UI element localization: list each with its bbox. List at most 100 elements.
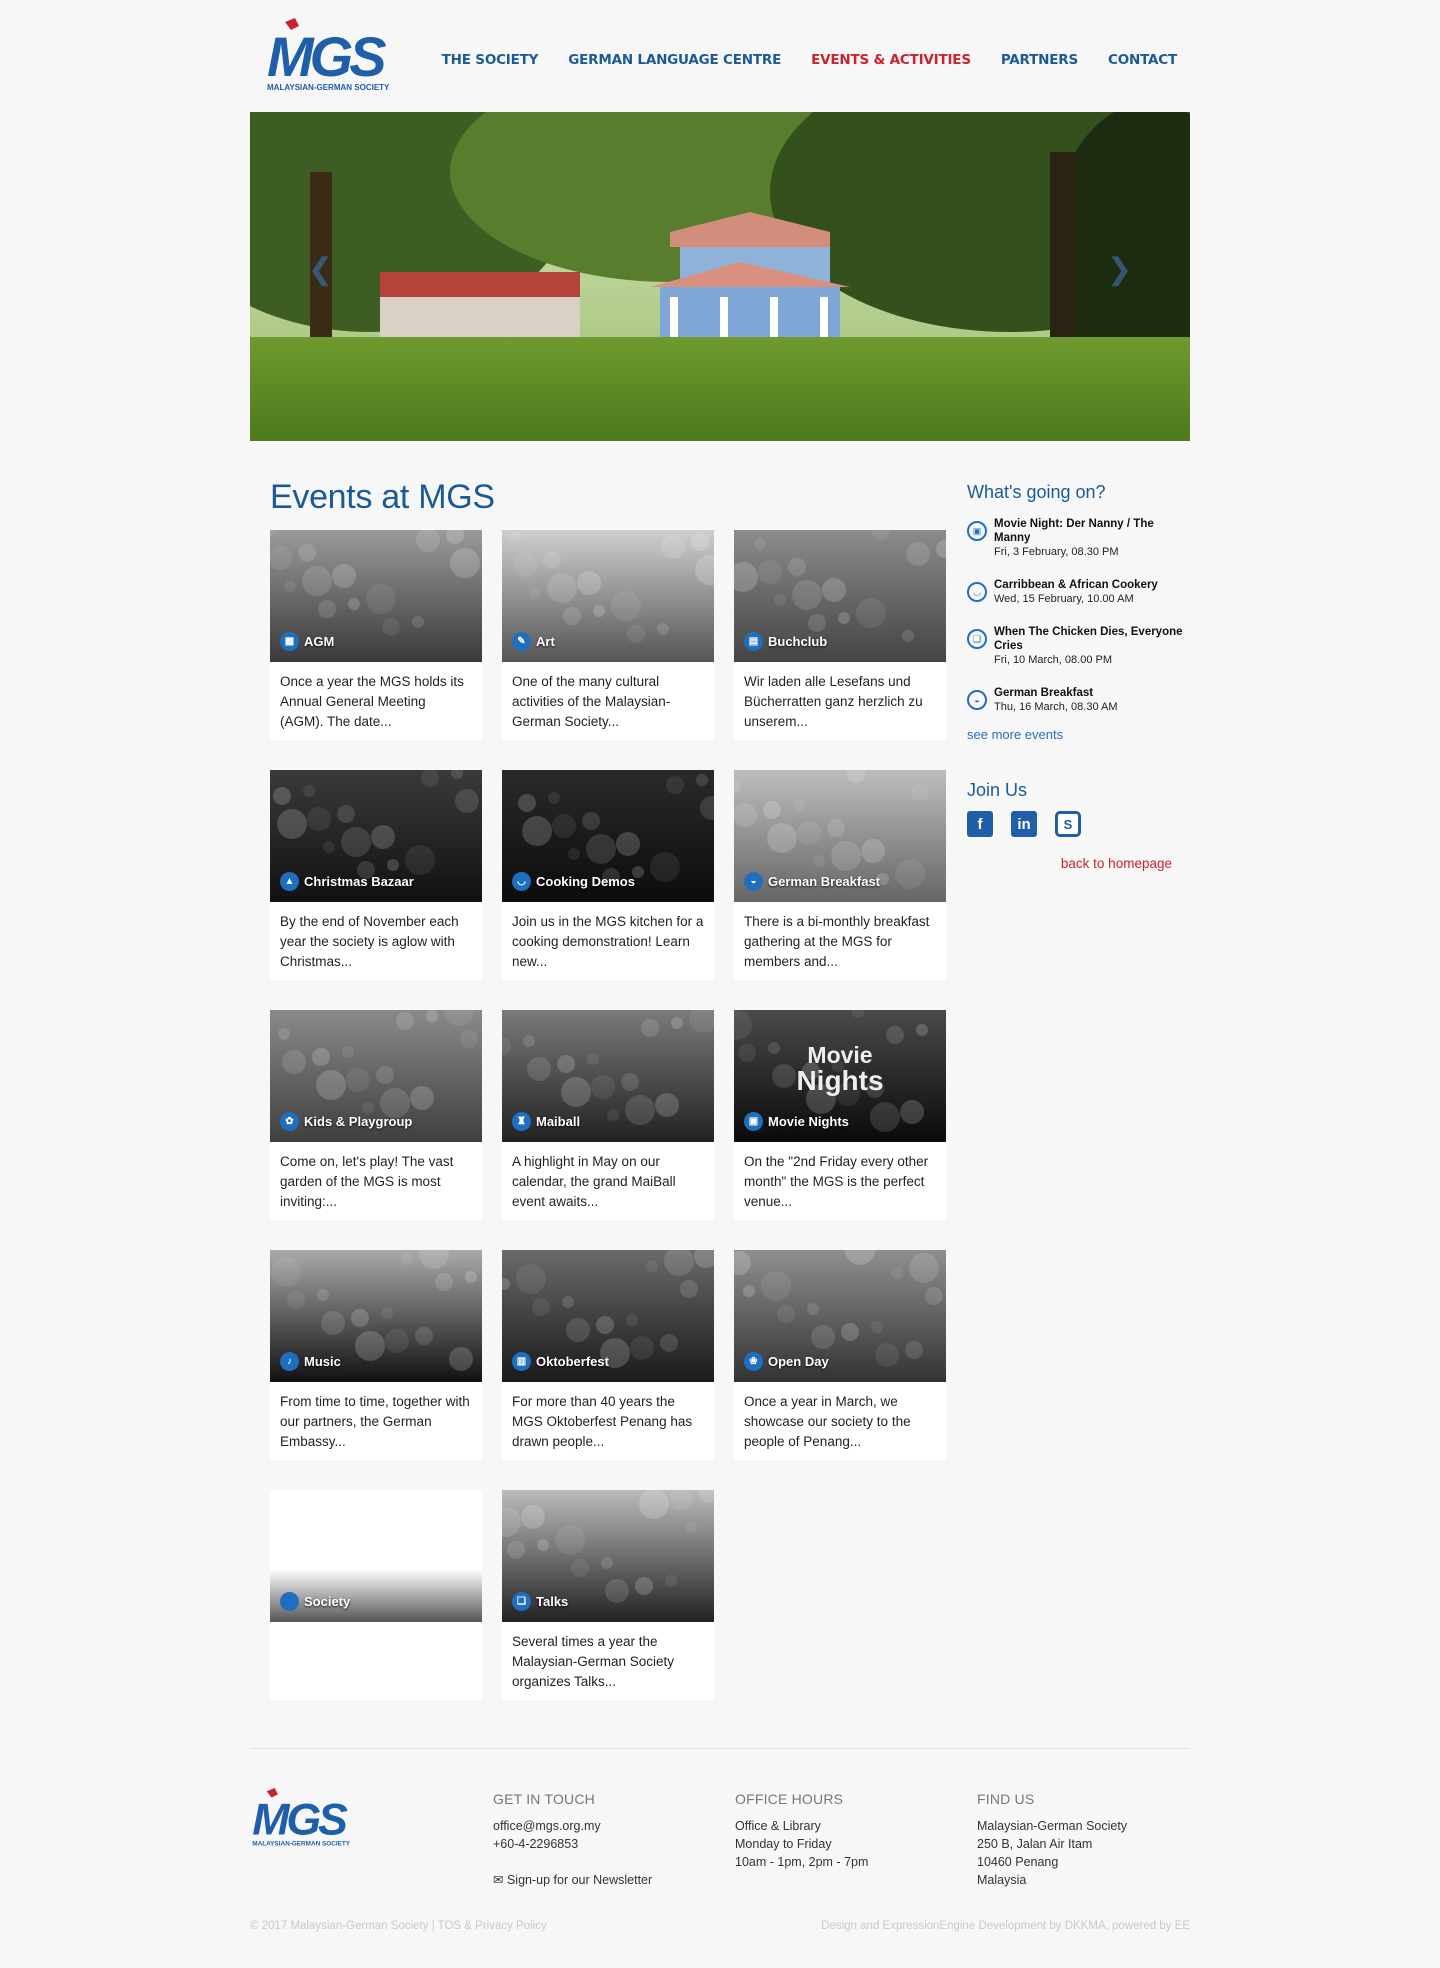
event-category[interactable]: Society	[280, 1592, 350, 1611]
event-category[interactable]: ❀ Open Day	[744, 1352, 829, 1371]
event-category-label: German Breakfast	[768, 874, 880, 889]
film-icon: ▣	[744, 1112, 763, 1131]
upcoming-event-title[interactable]: Carribbean & African Cookery	[994, 578, 1158, 592]
header: MGS MALAYSIAN-GERMAN SOCIETY THE SOCIETY…	[250, 0, 1190, 112]
event-category[interactable]: ▦ AGM	[280, 632, 334, 651]
poster-line2: Nights	[796, 1065, 884, 1096]
nav-item-partners[interactable]: PARTNERS	[1001, 52, 1078, 68]
skype-icon[interactable]: S	[1055, 811, 1081, 837]
event-category[interactable]: ❏ Talks	[512, 1592, 568, 1611]
upcoming-event[interactable]: ◒ German Breakfast Thu, 16 March, 08.30 …	[967, 686, 1187, 714]
envelope-icon: ✉	[493, 1873, 504, 1887]
event-category[interactable]: ▤ Buchclub	[744, 632, 827, 651]
hero-prev[interactable]: ❮	[308, 252, 333, 287]
nav-item-the-society[interactable]: THE SOCIETY	[442, 52, 539, 68]
event-category[interactable]: ▣ Movie Nights	[744, 1112, 849, 1131]
event-card[interactable]: ▤ Buchclub Wir laden alle Lesefans und Büc…	[734, 530, 946, 740]
event-card[interactable]: ❏ Talks Several times a year the Malaysian…	[502, 1490, 714, 1700]
ball-icon: ✿	[280, 1112, 299, 1131]
see-more-events-link[interactable]: see more events	[967, 727, 1187, 742]
linkedin-icon[interactable]: in	[1011, 811, 1037, 837]
event-card[interactable]: ♜ Maiball A highlight in May on our calend…	[502, 1010, 714, 1220]
event-category[interactable]: ▥ Oktoberfest	[512, 1352, 609, 1371]
event-card-description: From time to time, together with our par…	[280, 1394, 470, 1449]
footer-phone[interactable]: +60-4-2296853	[493, 1835, 652, 1853]
event-category[interactable]: ♪ Music	[280, 1352, 341, 1371]
upcoming-event[interactable]: ◡ Carribbean & African Cookery Wed, 15 F…	[967, 578, 1187, 606]
event-card[interactable]: Society	[270, 1490, 482, 1700]
event-category-label: Christmas Bazaar	[304, 874, 414, 889]
event-category[interactable]: ♜ Maiball	[512, 1112, 580, 1131]
event-card-image[interactable]: ✿ Kids & Playgroup	[270, 1010, 482, 1142]
event-card-image[interactable]: ▦ AGM	[270, 530, 482, 662]
event-card-description: Once a year in March, we showcase our so…	[744, 1394, 911, 1449]
event-type-icon: ◡	[967, 582, 987, 602]
event-card-image[interactable]: Society	[270, 1490, 482, 1622]
event-card-description: Join us in the MGS kitchen for a cooking…	[512, 914, 704, 969]
hero-slider[interactable]: ❮ ❯	[250, 112, 1190, 441]
event-category-label: Art	[536, 634, 555, 649]
circle-icon	[280, 1592, 299, 1611]
nav-item-contact[interactable]: CONTACT	[1108, 52, 1177, 68]
nav-item-events-activities[interactable]: EVENTS & ACTIVITIES	[811, 52, 971, 68]
event-card-image[interactable]: ◒ German Breakfast	[734, 770, 946, 902]
event-card-image[interactable]: ❀ Open Day	[734, 1250, 946, 1382]
event-card-image[interactable]: ♪ Music	[270, 1250, 482, 1382]
event-card[interactable]: ▥ Oktoberfest For more than 40 years the M…	[502, 1250, 714, 1460]
event-category-label: Maiball	[536, 1114, 581, 1129]
event-card[interactable]: ❀ Open Day Once a year in March, we showca…	[734, 1250, 946, 1460]
facebook-icon[interactable]: f	[967, 811, 993, 837]
upcoming-event-title[interactable]: German Breakfast	[994, 686, 1118, 700]
upcoming-event-date: Fri, 3 February, 08.30 PM	[994, 546, 1119, 558]
event-category-label: Movie Nights	[768, 1114, 849, 1129]
event-category[interactable]: ◒ German Breakfast	[744, 872, 880, 891]
copyright[interactable]: © 2017 Malaysian-German Society | TOS & …	[250, 1920, 547, 1932]
event-category[interactable]: ▲ Christmas Bazaar	[280, 872, 414, 891]
mgs-logo[interactable]: MGS MALAYSIAN-GERMAN SOCIETY	[265, 18, 407, 93]
hours-line: Monday to Friday	[735, 1837, 832, 1851]
svg-text:MALAYSIAN-GERMAN SOCIETY: MALAYSIAN-GERMAN SOCIETY	[252, 1841, 350, 1848]
event-category-label: Oktoberfest	[536, 1354, 609, 1369]
event-card[interactable]: Movie Nights ▣ Movie Nights On the "2nd Frid…	[734, 1010, 946, 1220]
nav-item-german-language-centre[interactable]: GERMAN LANGUAGE CENTRE	[568, 52, 781, 68]
address-line: 250 B, Jalan Air Itam	[977, 1837, 1093, 1851]
upcoming-event[interactable]: ❏ When The Chicken Dies, Everyone Cries …	[967, 625, 1187, 667]
event-card[interactable]: ▦ AGM Once a year the MGS holds its Annual…	[270, 530, 482, 740]
event-card-image[interactable]: ▲ Christmas Bazaar	[270, 770, 482, 902]
back-to-homepage-link[interactable]: back to homepage	[967, 856, 1187, 871]
event-category-label: Society	[304, 1594, 351, 1609]
footer-email[interactable]: office@mgs.org.my	[493, 1817, 652, 1835]
music-icon: ♪	[280, 1352, 299, 1371]
hero-next[interactable]: ❯	[1107, 252, 1132, 287]
event-card-image[interactable]: ✎ Art	[502, 530, 714, 662]
event-category[interactable]: ◡ Cooking Demos	[512, 872, 635, 891]
event-card[interactable]: ✿ Kids & Playgroup Come on, let's play! Th…	[270, 1010, 482, 1220]
event-card[interactable]: ▲ Christmas Bazaar By the end of November …	[270, 770, 482, 980]
event-card[interactable]: ◡ Cooking Demos Join us in the MGS kitchen…	[502, 770, 714, 980]
event-card-description: Wir laden alle Lesefans und Bücherratten…	[744, 674, 923, 729]
event-card-image[interactable]: Movie Nights ▣ Movie Nights	[734, 1010, 946, 1142]
event-category[interactable]: ✿ Kids & Playgroup	[280, 1112, 412, 1131]
event-card-image[interactable]: ▤ Buchclub	[734, 530, 946, 662]
footer-logo[interactable]: MGS MALAYSIAN-GERMAN SOCIETY	[250, 1788, 365, 1848]
event-category-label: AGM	[304, 634, 335, 649]
event-card[interactable]: ◒ German Breakfast There is a bi-monthly b…	[734, 770, 946, 980]
event-card-image[interactable]: ▥ Oktoberfest	[502, 1250, 714, 1382]
newsletter-link[interactable]: ✉ Sign-up for our Newsletter	[493, 1871, 652, 1889]
address-line: Malaysian-German Society	[977, 1819, 1128, 1833]
event-card-image[interactable]: ◡ Cooking Demos	[502, 770, 714, 902]
event-card[interactable]: ♪ Music From time to time, together with o…	[270, 1250, 482, 1460]
hours-line: 10am - 1pm, 2pm - 7pm	[735, 1855, 869, 1869]
glass-icon: ♜	[512, 1112, 531, 1131]
upcoming-event[interactable]: ▣ Movie Night: Der Nanny / The Manny Fri…	[967, 517, 1187, 559]
event-card-description: Come on, let's play! The vast garden of …	[280, 1154, 454, 1209]
credit[interactable]: Design and ExpressionEngine Development …	[821, 1920, 1190, 1932]
upcoming-event-title[interactable]: Movie Night: Der Nanny / The Manny	[994, 517, 1187, 545]
address-line: 10460 Penang	[977, 1855, 1059, 1869]
event-category[interactable]: ✎ Art	[512, 632, 555, 651]
upcoming-event-title[interactable]: When The Chicken Dies, Everyone Cries	[994, 625, 1187, 653]
bread-icon: ◒	[744, 872, 763, 891]
event-card-image[interactable]: ♜ Maiball	[502, 1010, 714, 1142]
event-card[interactable]: ✎ Art One of the many cultural activities …	[502, 530, 714, 740]
event-card-image[interactable]: ❏ Talks	[502, 1490, 714, 1622]
